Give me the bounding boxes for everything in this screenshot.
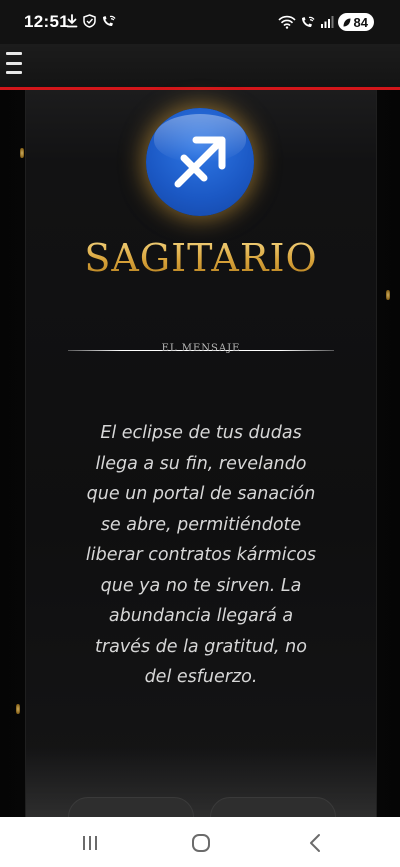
section-divider: EL MENSAJE [68, 342, 334, 358]
sparkle-decoration [386, 290, 390, 300]
section-label-wrap: EL MENSAJE [68, 343, 334, 354]
home-icon[interactable] [186, 830, 216, 856]
status-time: 12:51 [24, 12, 69, 31]
wifi-calling-icon [301, 16, 315, 27]
sparkle-decoration [16, 704, 20, 714]
zodiac-badge [146, 108, 254, 216]
navigation-bar [0, 817, 400, 867]
app-screen: 12:51 84 SAGITARIO EL MENSAJE El eclipse… [0, 0, 400, 867]
battery-indicator: 84 [337, 13, 374, 31]
status-left-icons [66, 14, 117, 28]
section-label: EL MENSAJE [161, 343, 241, 354]
horoscope-message: El eclipse de tus dudas llega a su fin, … [85, 423, 317, 687]
sign-title: SAGITARIO [26, 236, 376, 280]
horoscope-card: SAGITARIO EL MENSAJE El eclipse de tus d… [25, 90, 377, 839]
battery-level: 84 [353, 14, 368, 30]
wifi-calling-icon [103, 15, 116, 26]
app-header [0, 44, 400, 90]
shield-icon [83, 14, 96, 28]
battery-saver-icon [343, 18, 351, 26]
sagittarius-arrow-icon [174, 136, 226, 188]
hamburger-menu-icon[interactable] [6, 52, 24, 74]
status-bar: 12:51 84 [0, 0, 400, 44]
wifi-icon [277, 15, 296, 29]
back-icon[interactable] [300, 830, 330, 856]
status-right-icons: 84 [277, 13, 374, 31]
recents-icon[interactable] [75, 830, 105, 856]
sparkle-decoration [20, 148, 24, 158]
signal-icon [320, 16, 334, 28]
download-icon [66, 14, 78, 28]
